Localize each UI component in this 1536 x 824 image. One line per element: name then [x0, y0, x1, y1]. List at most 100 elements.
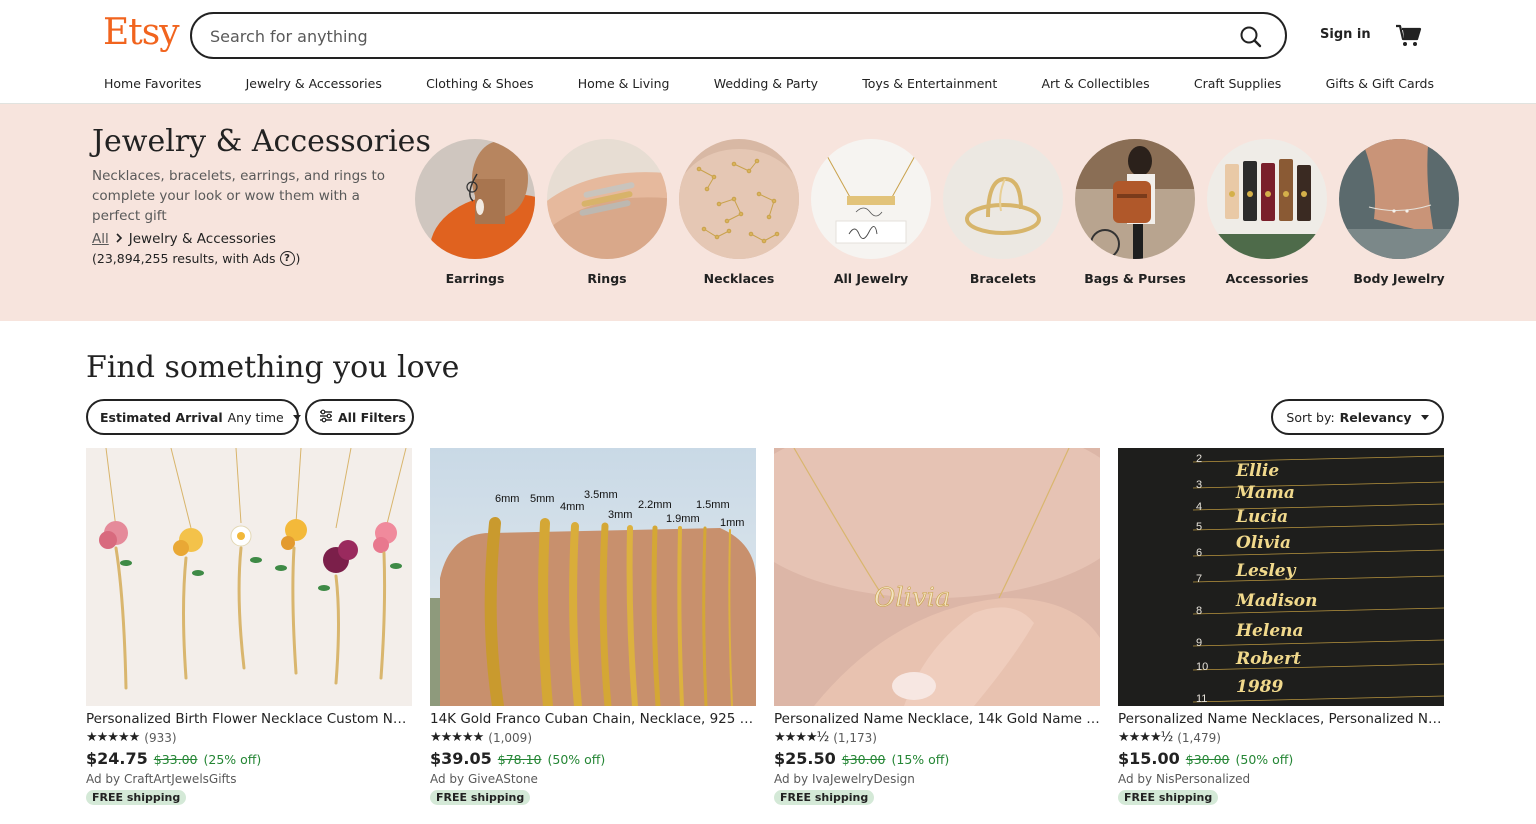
listing-discount: (50% off)	[547, 752, 606, 767]
listing-rating: ★★★★½ (1,173)	[774, 730, 1100, 745]
etsy-logo[interactable]: Etsy	[103, 12, 180, 53]
sign-in-link[interactable]: Sign in	[1320, 27, 1371, 42]
subcategory-list: Earrings Rings Necklaces All Jewelry Bra…	[414, 139, 1464, 289]
chain-size-label: 3.5mm	[584, 489, 618, 501]
site-header: Etsy Sign in Home Favorites Jewelry & Ac…	[0, 0, 1536, 104]
name-pendant-text: Mama	[1235, 483, 1295, 503]
search-input[interactable]	[210, 24, 1210, 48]
listing-rating: ★★★★½ (1,479)	[1118, 730, 1444, 745]
cart-icon[interactable]	[1393, 20, 1423, 50]
nav-art-collectibles[interactable]: Art & Collectibles	[1041, 76, 1149, 94]
listing-rating: ★★★★★ (933)	[86, 730, 412, 745]
row-number: 6	[1196, 547, 1202, 559]
listing-title[interactable]: 14K Gold Franco Cuban Chain, Necklace, 9…	[430, 711, 756, 727]
search-icon[interactable]	[1237, 23, 1265, 51]
row-number: 5	[1196, 521, 1202, 533]
row-number: 2	[1196, 453, 1202, 465]
listing-seller[interactable]: Ad by CraftArtJewelsGifts	[86, 772, 412, 786]
name-pendant-text: Helena	[1235, 621, 1304, 641]
review-count: (1,009)	[488, 730, 532, 745]
section-heading: Find something you love	[86, 350, 460, 385]
row-number: 7	[1196, 573, 1202, 585]
chain-size-label: 1.5mm	[696, 499, 730, 511]
listing-discount: (15% off)	[891, 752, 950, 767]
nav-home-favorites[interactable]: Home Favorites	[104, 76, 201, 94]
row-number: 11	[1196, 693, 1207, 705]
bags-purses-image	[1075, 139, 1195, 259]
row-number: 4	[1196, 501, 1202, 513]
sort-label: Sort by:	[1286, 409, 1335, 425]
listing-image-name-necklace[interactable]: Olivia	[774, 448, 1100, 706]
category-title: Jewelry & Accessories	[92, 124, 431, 159]
name-pendant-text: Madison	[1235, 591, 1317, 611]
results-count: (23,894,255 results, with Ads ? )	[92, 251, 300, 266]
listing-seller[interactable]: Ad by IvaJewelryDesign	[774, 772, 1100, 786]
listing-price: $15.00	[1118, 749, 1180, 768]
nav-gifts-gift-cards[interactable]: Gifts & Gift Cards	[1326, 76, 1434, 94]
filter-value: Any time	[227, 409, 284, 425]
subcategory-accessories[interactable]: Accessories	[1206, 139, 1328, 286]
chain-size-label: 1mm	[720, 517, 744, 529]
chain-size-label: 5mm	[530, 493, 554, 505]
listing-title[interactable]: Personalized Name Necklace, 14k Gold Nam…	[774, 711, 1100, 727]
listing-card[interactable]: 2 3 4 5 6 7 8 9 10 11 Ellie Mama Lucia Olivia Lesley Ma…	[1118, 448, 1444, 805]
listing-image-cuban-chain[interactable]: 6mm 5mm 4mm 3.5mm 3mm 2.2mm 1.9mm 1.5mm 1mm	[430, 448, 756, 706]
all-filters-button[interactable]: All Filters	[305, 399, 414, 435]
listing-title[interactable]: Personalized Name Necklaces, Personalize…	[1118, 711, 1444, 727]
listing-title[interactable]: Personalized Birth Flower Necklace Custo…	[86, 711, 412, 727]
subcategory-earrings[interactable]: Earrings	[414, 139, 536, 286]
sort-value: Relevancy	[1339, 409, 1412, 425]
listing-price-row: $15.00 $30.00 (50% off)	[1118, 749, 1444, 768]
subcategory-body-jewelry[interactable]: Body Jewelry	[1338, 139, 1460, 286]
nav-clothing-shoes[interactable]: Clothing & Shoes	[426, 76, 533, 94]
search-bar	[190, 12, 1287, 59]
listing-card[interactable]: Olivia Personalized Name Necklace, 14k G…	[774, 448, 1100, 805]
caret-down-icon	[1420, 414, 1429, 420]
name-pendant-text: Olivia	[1236, 533, 1291, 553]
name-pendant-text: Lesley	[1235, 561, 1297, 581]
listing-original-price: $78.10	[497, 752, 542, 767]
name-pendant-text: Robert	[1235, 649, 1301, 669]
help-icon[interactable]: ?	[279, 251, 295, 266]
row-number: 9	[1196, 637, 1202, 649]
subcategory-label: Necklaces	[703, 271, 775, 286]
estimated-arrival-filter[interactable]: Estimated Arrival Any time	[86, 399, 301, 435]
name-pendant-text: Lucia	[1235, 507, 1288, 527]
breadcrumb: All Jewelry & Accessories	[92, 231, 276, 247]
body-jewelry-image	[1339, 139, 1459, 259]
free-shipping-badge: FREE shipping	[1118, 790, 1219, 805]
subcategory-rings[interactable]: Rings	[546, 139, 668, 286]
rings-image	[547, 139, 667, 259]
caret-down-icon	[292, 414, 301, 420]
row-number: 10	[1196, 661, 1208, 673]
listing-image-name-necklaces[interactable]: 2 3 4 5 6 7 8 9 10 11 Ellie Mama Lucia Olivia Lesley Ma…	[1118, 448, 1444, 706]
sort-by-dropdown[interactable]: Sort by: Relevancy	[1271, 399, 1444, 435]
subcategory-label: All Jewelry	[833, 271, 909, 286]
free-shipping-badge: FREE shipping	[86, 790, 187, 805]
subcategory-necklaces[interactable]: Necklaces	[678, 139, 800, 286]
name-pendant-text: Ellie	[1235, 461, 1279, 481]
nav-home-living[interactable]: Home & Living	[578, 76, 670, 94]
listing-price-row: $25.50 $30.00 (15% off)	[774, 749, 1100, 768]
nav-jewelry-accessories[interactable]: Jewelry & Accessories	[246, 76, 382, 94]
all-jewelry-image	[811, 139, 931, 259]
listing-original-price: $30.00	[1185, 752, 1230, 767]
listing-discount: (25% off)	[203, 752, 262, 767]
listing-image-birth-flower[interactable]	[86, 448, 412, 706]
subcategory-bracelets[interactable]: Bracelets	[942, 139, 1064, 286]
listing-seller[interactable]: Ad by NisPersonalized	[1118, 772, 1444, 786]
listing-card[interactable]: 6mm 5mm 4mm 3.5mm 3mm 2.2mm 1.9mm 1.5mm 1mm 14K …	[430, 448, 756, 805]
nav-craft-supplies[interactable]: Craft Supplies	[1194, 76, 1281, 94]
nav-wedding-party[interactable]: Wedding & Party	[714, 76, 818, 94]
subcategory-all-jewelry[interactable]: All Jewelry	[810, 139, 932, 286]
listing-seller[interactable]: Ad by GiveAStone	[430, 772, 756, 786]
star-rating-icon: ★★★★★	[430, 730, 484, 745]
nav-toys-entertainment[interactable]: Toys & Entertainment	[862, 76, 997, 94]
subcategory-bags-purses[interactable]: Bags & Purses	[1074, 139, 1196, 286]
chain-size-label: 3mm	[608, 509, 632, 521]
listing-price-row: $24.75 $33.00 (25% off)	[86, 749, 412, 768]
script-name-text: Olivia	[874, 583, 950, 613]
subcategory-label: Accessories	[1225, 271, 1309, 286]
listing-card[interactable]: Personalized Birth Flower Necklace Custo…	[86, 448, 412, 805]
breadcrumb-all-link[interactable]: All	[92, 231, 109, 247]
